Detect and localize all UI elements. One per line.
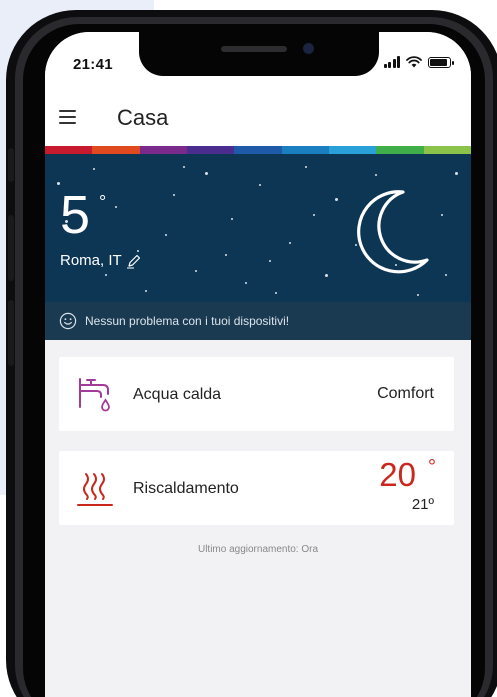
star-decoration: [115, 206, 117, 208]
star-decoration: [275, 292, 277, 294]
star-decoration: [417, 294, 419, 296]
star-decoration: [173, 194, 175, 196]
stripe-segment: [139, 146, 187, 154]
current-temperature: 20: [379, 456, 416, 493]
status-bar: 21:41: [45, 32, 471, 90]
star-decoration: [195, 270, 197, 272]
star-decoration: [445, 274, 447, 276]
target-temperature: 21º: [411, 496, 434, 513]
speaker-grille: [221, 46, 287, 52]
status-icons: [383, 56, 454, 68]
degree-symbol: °: [428, 456, 436, 478]
last-update-text: Ultimo aggiornamento: Ora: [197, 544, 319, 555]
stripe-segment: [328, 146, 377, 154]
front-camera: [303, 43, 314, 54]
location-label: Roma, IT: [60, 252, 122, 269]
signal-icon: [383, 56, 400, 68]
device-label: Riscaldamento: [133, 480, 239, 497]
star-decoration: [225, 254, 227, 256]
stripe-segment: [45, 146, 93, 154]
device-card-heating[interactable]: Riscaldamento 20 ° 21º: [59, 451, 454, 525]
device-label: Acqua calda: [133, 386, 222, 403]
wifi-icon: [406, 56, 422, 68]
star-decoration: [145, 290, 147, 292]
stripe-segment: [281, 146, 329, 154]
smiley-icon: [59, 312, 77, 330]
star-decoration: [183, 166, 185, 168]
star-decoration: [93, 168, 95, 170]
star-decoration: [165, 234, 167, 236]
volume-up-button: [8, 215, 14, 281]
notice-text: Nessun problema con i tuoi dispositivi!: [85, 314, 290, 328]
hamburger-menu-icon[interactable]: [59, 106, 81, 128]
notch: [139, 32, 379, 76]
star-decoration: [245, 282, 247, 284]
battery-icon: [428, 57, 454, 68]
star-decoration: [441, 214, 443, 216]
page-title: Casa: [117, 105, 169, 130]
weather-panel: 5 ° Roma, IT: [45, 154, 471, 302]
stripe-segment: [234, 146, 282, 154]
star-decoration: [289, 242, 291, 244]
mute-switch: [8, 148, 14, 182]
brand-color-stripe: [45, 146, 471, 154]
star-decoration: [455, 172, 458, 175]
stripe-segment: [186, 146, 235, 154]
star-decoration: [313, 214, 315, 216]
status-time: 21:41: [73, 56, 113, 73]
star-decoration: [259, 184, 261, 186]
degree-symbol: °: [99, 192, 107, 212]
star-decoration: [305, 166, 307, 168]
location-row[interactable]: Roma, IT: [60, 252, 142, 269]
star-decoration: [269, 260, 271, 262]
star-decoration: [105, 274, 107, 276]
star-decoration: [231, 218, 233, 220]
outdoor-temperature: 5: [60, 185, 91, 245]
notice-bar: Nessun problema con i tuoi dispositivi!: [45, 302, 471, 340]
app-screen: 21:41 Casa 5 ° Roma, IT Nessun problema …: [45, 32, 471, 697]
star-decoration: [205, 172, 208, 175]
stripe-segment: [376, 146, 424, 154]
pencil-icon[interactable]: [126, 253, 142, 269]
star-decoration: [325, 274, 328, 277]
hot-water-mode: Comfort: [377, 385, 434, 402]
star-decoration: [335, 198, 338, 201]
faucet-icon: [79, 378, 110, 412]
star-decoration: [375, 174, 377, 176]
stripe-segment: [92, 146, 140, 154]
app-header: Casa: [45, 90, 471, 146]
crescent-moon-icon: [357, 190, 429, 274]
heat-waves-icon: [77, 473, 113, 506]
volume-down-button: [8, 300, 14, 366]
stripe-segment: [423, 146, 471, 154]
device-card-hot-water[interactable]: Acqua calda Comfort: [59, 357, 454, 431]
